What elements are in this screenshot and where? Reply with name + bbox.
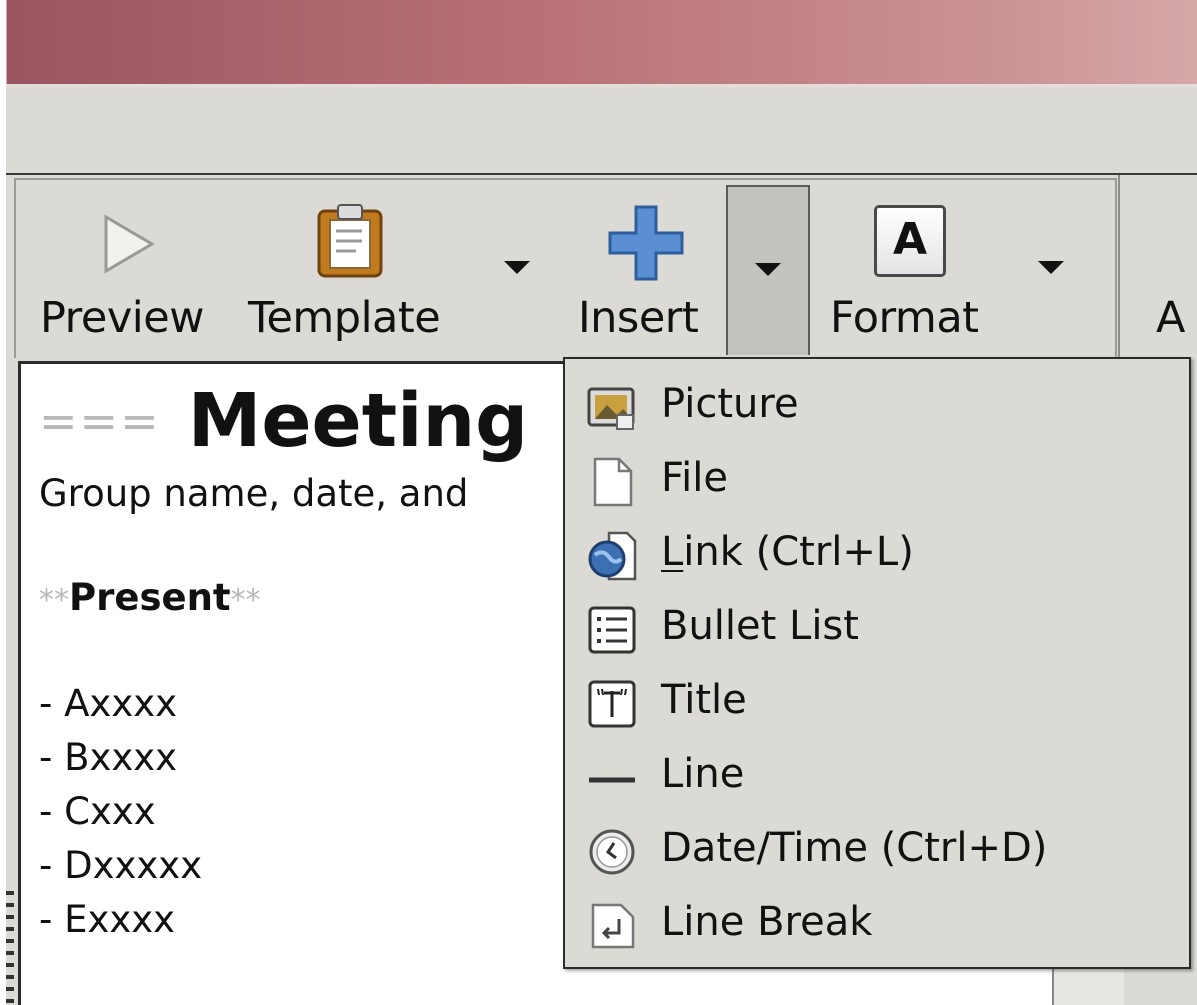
template-label: Template [248,293,441,343]
toolbar-separator [1118,175,1120,361]
format-label: Format [830,293,979,343]
menu-item-bullet-list[interactable]: Bullet List [565,593,1189,667]
bullet-list-icon [588,606,636,654]
play-icon [104,214,155,274]
insert-dropdown-button[interactable] [726,185,810,355]
insert-menu: Picture File Link (Ctrl+L) Bullet List T… [563,357,1191,969]
template-dropdown-arrow-icon[interactable] [504,261,530,274]
template-button[interactable]: Template [242,175,542,355]
menu-item-line[interactable]: Line [565,741,1189,815]
list-item: - Exxxx [39,898,176,941]
bold-markup-open: ** [39,583,69,618]
line-break-icon [591,903,635,949]
present-line: **Present** [39,576,261,619]
heading-text: Meeting [187,378,529,464]
menu-item-picture[interactable]: Picture [565,371,1189,445]
format-button[interactable]: A Format [826,175,1086,355]
menu-item-label: Picture [661,381,799,427]
menu-item-label: File [661,455,728,501]
globe-link-icon [588,531,637,581]
menu-item-link[interactable]: Link (Ctrl+L) [565,519,1189,593]
menu-item-label: Date/Time (Ctrl+D) [661,825,1048,871]
menu-item-label: Title [661,677,747,723]
menu-item-label: Line [661,751,745,797]
bold-markup-close: ** [230,583,261,618]
menu-item-file[interactable]: File [565,445,1189,519]
list-item: - Axxxx [39,682,178,725]
list-item: - Cxxx [39,790,156,833]
format-icon: A [874,205,946,277]
list-item: - Dxxxxx [39,844,203,887]
subtitle-line: Group name, date, and [39,472,469,515]
preview-label: Preview [40,293,204,343]
menu-item-line-break[interactable]: Line Break [565,889,1189,963]
menu-item-title[interactable]: Title [565,667,1189,741]
present-label: Present [69,576,231,619]
toolbar: Preview Template Insert A Format A [6,175,1197,361]
menu-item-mnemonic: L [661,529,684,575]
line-icon [589,777,635,783]
window-titlebar[interactable] [0,0,1197,86]
picture-icon [587,387,635,430]
resize-grip[interactable] [6,891,14,1005]
file-icon [593,457,633,507]
list-item: - Bxxxx [39,736,178,779]
menubar [6,87,1197,175]
insert-button[interactable]: Insert [572,175,722,355]
menu-item-date-time[interactable]: Date/Time (Ctrl+D) [565,815,1189,889]
preview-button[interactable]: Preview [36,175,216,355]
insert-label: Insert [578,293,699,343]
menu-item-label: Link (Ctrl+L) [661,529,914,575]
format-dropdown-arrow-icon[interactable] [1038,261,1064,274]
partial-toolbar-label[interactable]: A [1156,293,1185,343]
plus-icon [608,205,684,281]
title-icon [588,680,636,728]
heading-line: === Meeting [39,378,528,464]
chevron-down-icon [755,263,781,276]
heading-markup: === [39,394,161,448]
menu-item-label: Bullet List [661,603,859,649]
menu-item-label-rest: ink (Ctrl+L) [683,529,914,575]
menu-item-label: Line Break [661,899,873,945]
clipboard-icon [317,204,383,278]
clock-icon [589,829,635,875]
